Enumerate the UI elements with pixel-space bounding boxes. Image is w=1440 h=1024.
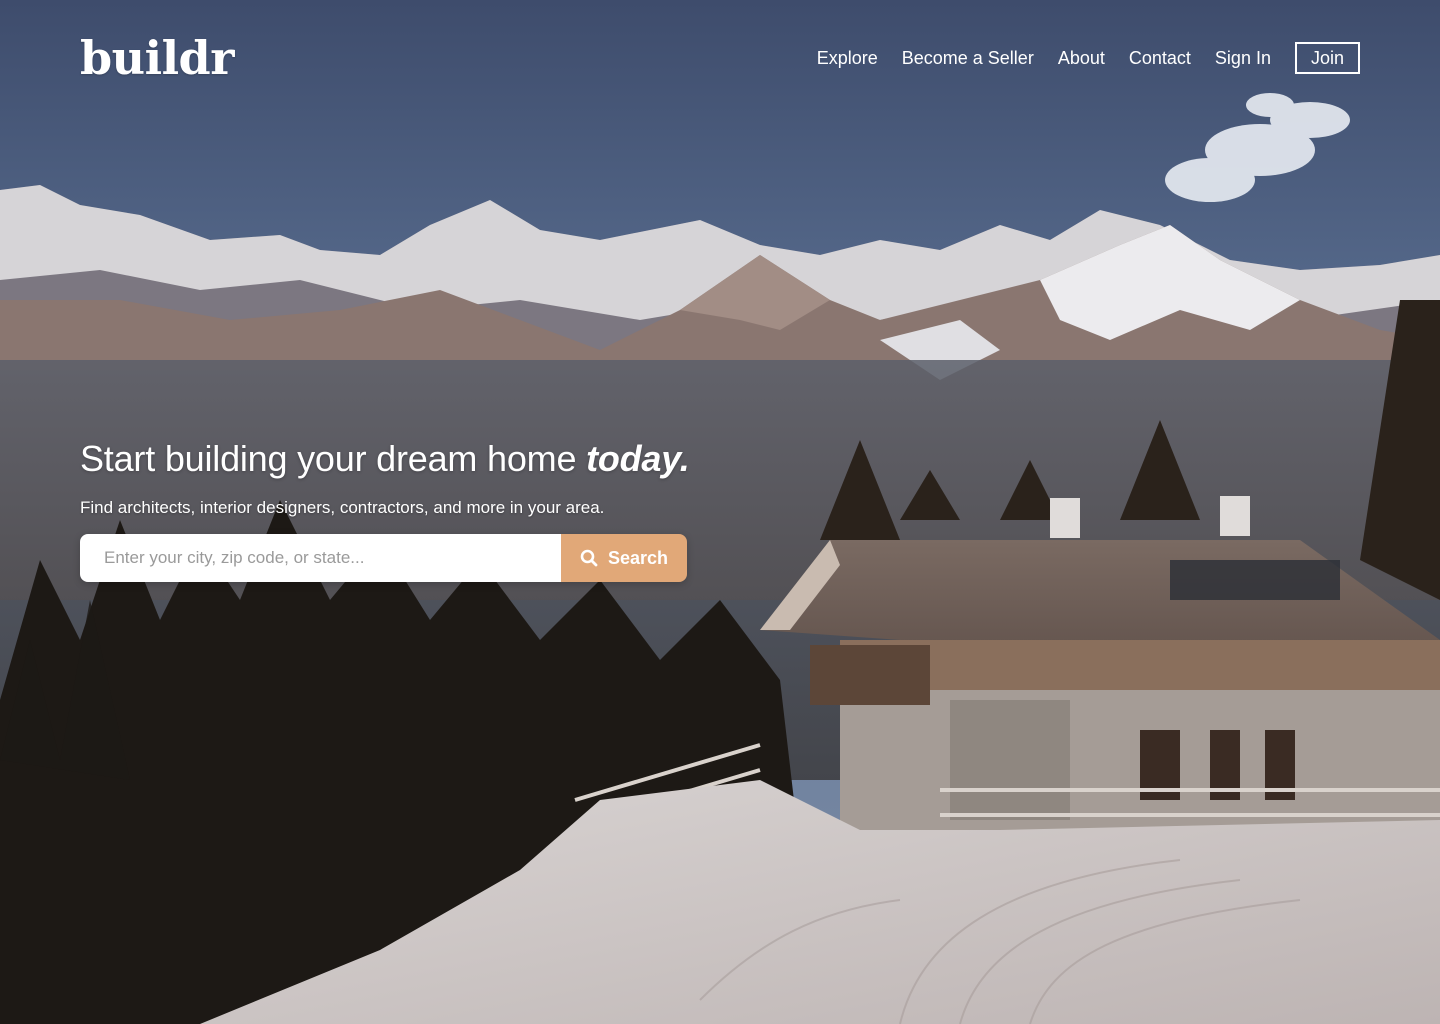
hero-headline-emphasis: today. bbox=[586, 438, 690, 479]
search-button[interactable]: Search bbox=[561, 534, 687, 582]
site-header: buildr Explore Become a Seller About Con… bbox=[80, 28, 1360, 88]
nav-sign-in[interactable]: Sign In bbox=[1215, 48, 1271, 69]
hero-section: Start building your dream home today. Fi… bbox=[80, 438, 780, 582]
hero-headline-text: Start building your dream home bbox=[80, 438, 587, 479]
search-button-label: Search bbox=[607, 547, 669, 568]
main-nav: Explore Become a Seller About Contact Si… bbox=[817, 42, 1360, 74]
nav-explore[interactable]: Explore bbox=[817, 48, 878, 69]
nav-contact[interactable]: Contact bbox=[1129, 48, 1191, 69]
search-icon bbox=[580, 549, 598, 567]
hero-subheadline: Find architects, interior designers, con… bbox=[80, 498, 605, 517]
join-button[interactable]: Join bbox=[1294, 42, 1360, 74]
hero-headline: Start building your dream home today. bbox=[80, 438, 780, 480]
brand-logo[interactable]: buildr bbox=[80, 31, 234, 85]
location-search-input[interactable] bbox=[80, 534, 561, 582]
nav-about[interactable]: About bbox=[1058, 48, 1105, 69]
nav-become-a-seller[interactable]: Become a Seller bbox=[902, 48, 1034, 69]
location-search-bar: Search bbox=[80, 534, 687, 582]
